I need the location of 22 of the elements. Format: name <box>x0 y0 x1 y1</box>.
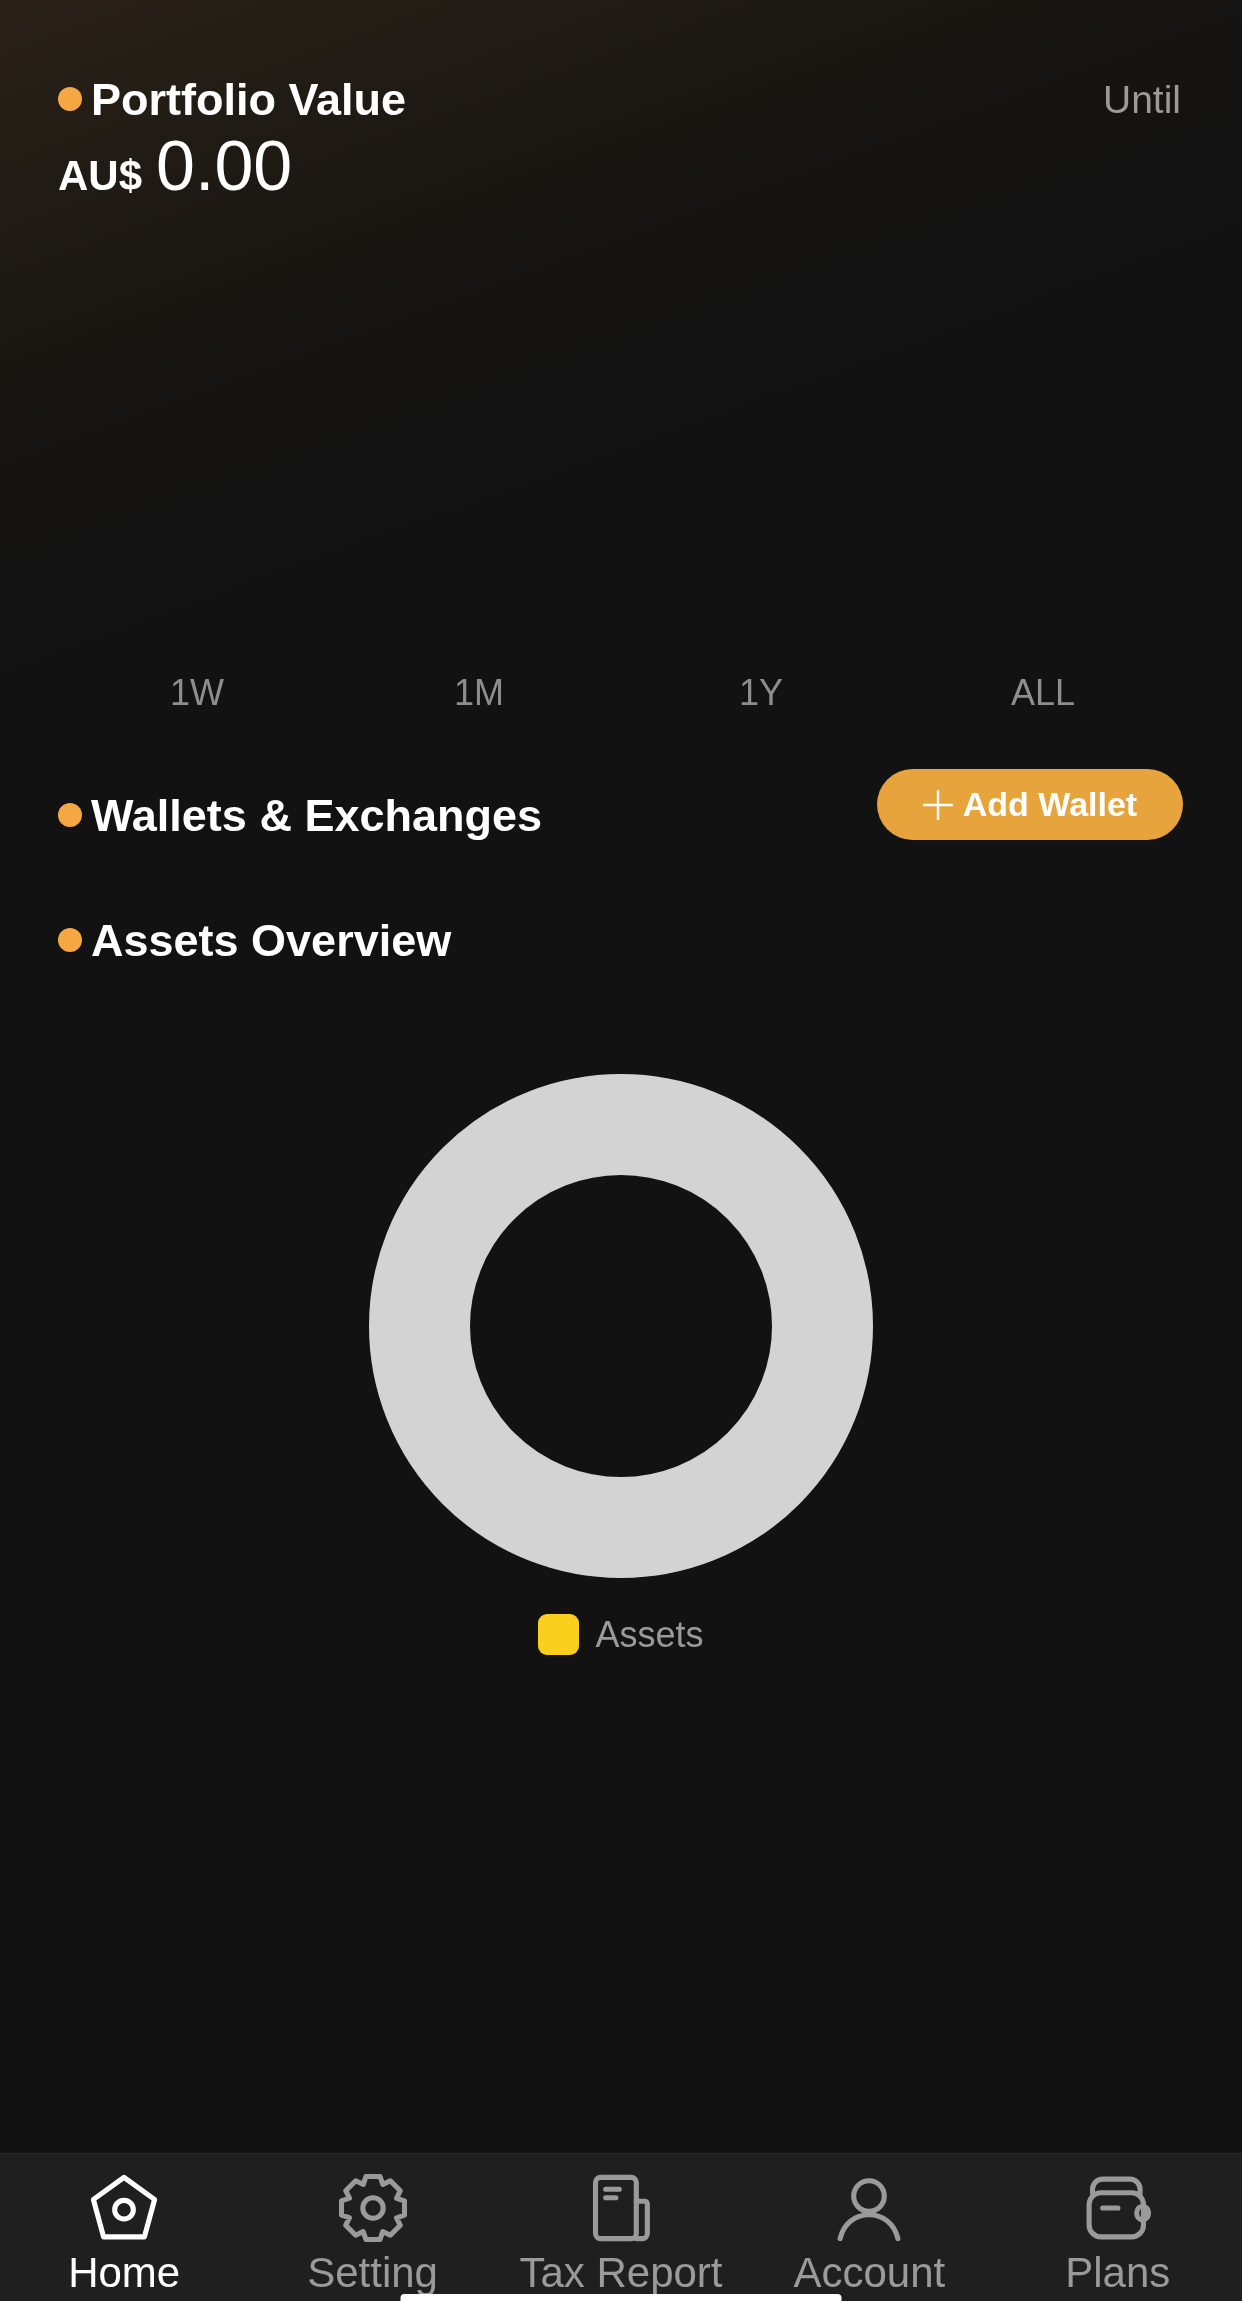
settings-icon <box>338 2174 407 2242</box>
range-tab[interactable]: ALL <box>1010 671 1076 715</box>
portfolio-amount: 0.00 <box>156 128 293 204</box>
currency-label: AU$ <box>58 151 143 201</box>
legend-label: Assets <box>595 1614 704 1655</box>
nav-tab[interactable]: Tax Report <box>519 2174 723 2294</box>
range-tab[interactable]: 1W <box>170 671 224 715</box>
section-dot-icon <box>58 803 82 827</box>
nav-tab[interactable]: Plans <box>1065 2174 1171 2294</box>
home-icon <box>90 2174 159 2242</box>
nav-tab[interactable]: Account <box>793 2174 946 2294</box>
section-title: Assets Overview <box>91 915 452 967</box>
until-label: Until <box>1102 77 1181 123</box>
section-title: Wallets & Exchanges <box>91 790 542 842</box>
nav-tab[interactable]: Setting <box>307 2174 438 2294</box>
range-tab[interactable]: 1M <box>454 671 504 715</box>
section-dot-icon <box>58 928 82 952</box>
section-dot-icon <box>58 87 82 111</box>
section-title: Portfolio Value <box>91 74 407 126</box>
range-tab[interactable]: 1Y <box>738 671 783 715</box>
nav-tab[interactable]: Home <box>68 2174 181 2294</box>
plus-icon <box>922 789 953 820</box>
